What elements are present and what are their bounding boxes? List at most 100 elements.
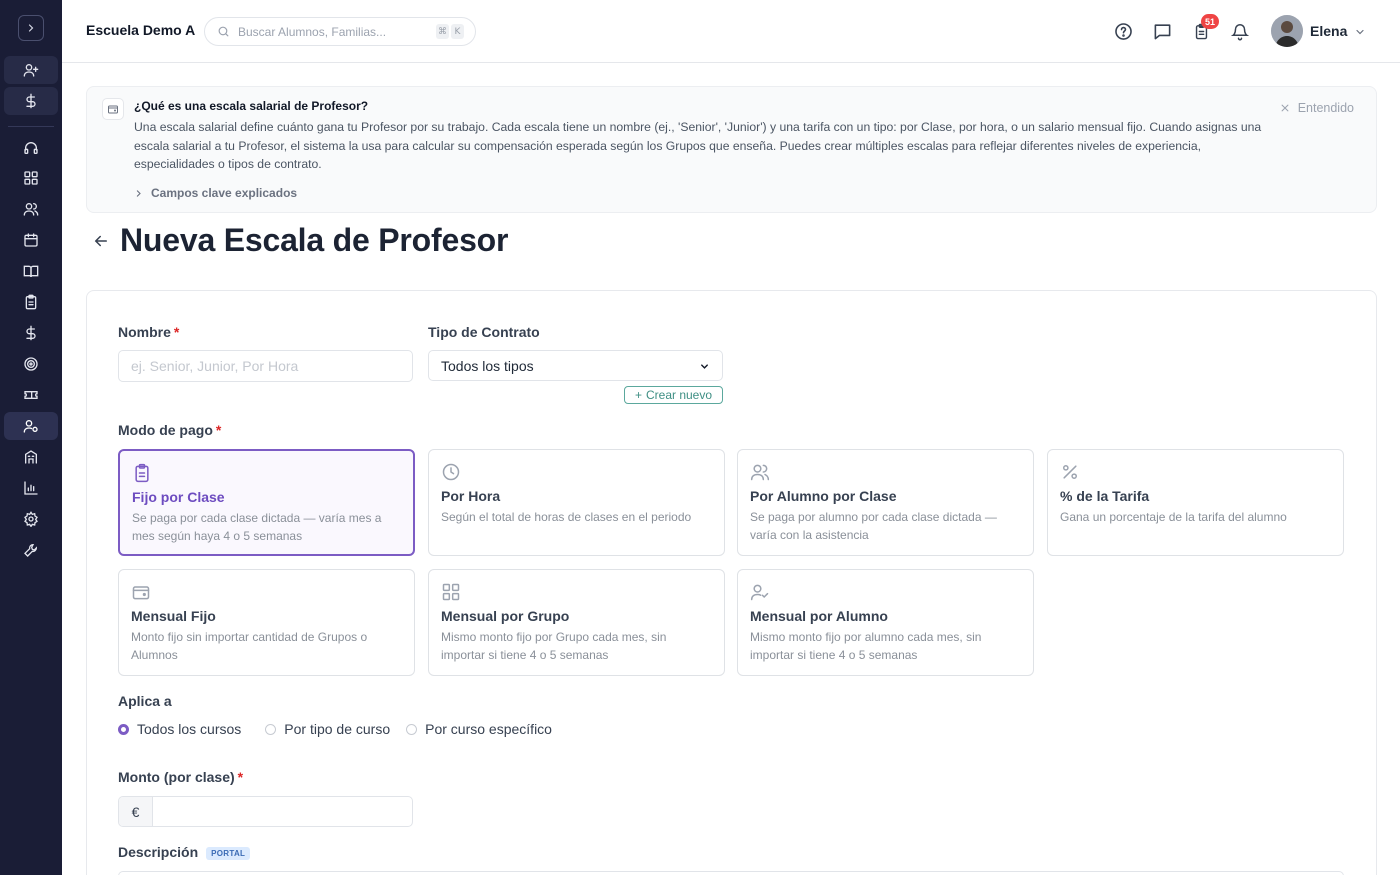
sidebar-item-settings[interactable] (4, 505, 58, 533)
building-icon (25, 450, 37, 464)
sidebar (0, 0, 62, 875)
radio-label: Por tipo de curso (284, 721, 391, 737)
user-photo-icon (1271, 15, 1303, 47)
contrato-select[interactable]: Todos los tipos (428, 350, 723, 381)
sidebar-item-payments[interactable] (4, 87, 58, 115)
mode-option-fijo-por-clase[interactable]: Fijo por Clase Se paga por cada clase di… (118, 449, 415, 556)
contrato-value: Todos los tipos (441, 357, 534, 374)
amount-label-text: Monto (por clase) (118, 769, 235, 785)
payment-mode-label: Modo de pago * (118, 422, 221, 438)
mode-option-mensual-por-grupo[interactable]: Mensual por Grupo Mismo monto fijo por G… (428, 569, 725, 676)
chevron-right-icon (28, 24, 34, 32)
mode-option-por-hora[interactable]: Por Hora Según el total de horas de clas… (428, 449, 725, 556)
sidebar-item-attendance[interactable] (4, 288, 58, 316)
mode-title: Por Alumno por Clase (750, 488, 897, 504)
radio-indicator (265, 723, 277, 735)
shortcut-key-k: K (451, 24, 464, 39)
chevron-down-icon (1356, 29, 1364, 35)
sidebar-item-tools[interactable] (4, 536, 58, 564)
add-user-icon (23, 63, 39, 77)
create-new-label: Crear nuevo (645, 388, 713, 402)
top-bar: Escuela Demo A Buscar Alumnos, Familias.… (62, 0, 1400, 63)
page-title: Nueva Escala de Profesor (120, 222, 509, 258)
banner-title: ¿Qué es una escala salarial de Profesor? (134, 99, 369, 113)
mode-title: Mensual Fijo (131, 608, 216, 624)
sidebar-item-finance[interactable] (4, 319, 58, 347)
info-banner: ¿Qué es una escala salarial de Profesor?… (86, 86, 1377, 213)
mode-description: Se paga por alumno por cada clase dictad… (750, 510, 997, 542)
notifications-button[interactable] (1229, 20, 1251, 42)
radio-label: Todos los cursos (137, 721, 242, 737)
close-icon (1281, 104, 1289, 112)
mode-title: % de la Tarifa (1060, 488, 1150, 504)
avatar[interactable] (1271, 15, 1303, 47)
sidebar-item-add-student[interactable] (4, 56, 58, 84)
sidebar-expand-button[interactable] (18, 15, 44, 41)
key-fields-label: Campos clave explicados (151, 186, 298, 200)
user-check-icon (750, 584, 769, 601)
radio-all-courses[interactable]: Todos los cursos (118, 721, 241, 737)
percent-icon (1063, 465, 1077, 479)
amount-input[interactable] (153, 797, 412, 826)
back-button[interactable] (92, 232, 110, 250)
sidebar-item-calendar[interactable] (4, 226, 58, 254)
global-search[interactable]: Buscar Alumnos, Familias... ⌘ K (204, 17, 476, 46)
grid-icon (24, 171, 38, 185)
sidebar-item-tickets[interactable] (4, 381, 58, 409)
mode-option-mensual-fijo[interactable]: Mensual Fijo Monto fijo sin importar can… (118, 569, 415, 676)
sidebar-item-reports[interactable] (4, 474, 58, 502)
dismiss-banner-button[interactable]: Entendido (1280, 101, 1354, 115)
nombre-label: Nombre * (118, 324, 179, 340)
nombre-input[interactable]: ej. Senior, Junior, Por Hora (118, 350, 413, 382)
mode-description: Gana un porcentaje de la tarifa del alum… (1060, 510, 1287, 524)
nombre-label-text: Nombre (118, 324, 171, 340)
mode-option-mensual-por-alumno[interactable]: Mensual por Alumno Mismo monto fijo por … (737, 569, 1034, 676)
mode-option-por-alumno-por-clase[interactable]: Por Alumno por Clase Se paga por alumno … (737, 449, 1034, 556)
target-icon (24, 357, 38, 371)
wallet-icon (102, 98, 124, 120)
messages-button[interactable] (1151, 20, 1173, 42)
gear-icon (24, 511, 38, 527)
radio-by-course-type[interactable]: Por tipo de curso (265, 721, 390, 737)
sidebar-item-students[interactable] (4, 195, 58, 223)
sidebar-item-support[interactable] (4, 134, 58, 162)
mode-description: Monto fijo sin importar cantidad de Grup… (131, 630, 368, 662)
users-icon (23, 203, 39, 216)
shortcut-key-cmd: ⌘ (436, 24, 449, 39)
mode-description: Mismo monto fijo por Grupo cada mes, sin… (441, 630, 667, 662)
calendar-icon (24, 233, 38, 247)
headset-icon (24, 142, 38, 154)
clipboard-icon (25, 294, 37, 310)
sidebar-item-courses[interactable] (4, 257, 58, 285)
sidebar-item-dashboard[interactable] (4, 164, 58, 192)
mode-title: Mensual por Grupo (441, 608, 570, 624)
school-name[interactable]: Escuela Demo A (86, 22, 195, 38)
mode-description: Según el total de horas de clases en el … (441, 510, 692, 524)
key-fields-expander[interactable]: Campos clave explicados (134, 186, 297, 200)
ticket-icon (24, 391, 38, 399)
sidebar-item-goals[interactable] (4, 350, 58, 378)
create-contract-type-button[interactable]: + Crear nuevo (624, 386, 723, 404)
user-menu-toggle[interactable] (1349, 21, 1371, 43)
sidebar-item-teachers[interactable] (4, 412, 58, 440)
applies-to-radio-group: Todos los cursos Por tipo de curso Por c… (118, 721, 568, 737)
currency-prefix: € (119, 797, 153, 826)
help-icon (1114, 22, 1132, 40)
description-label-text: Descripción (118, 844, 199, 860)
sidebar-item-buildings[interactable] (4, 443, 58, 471)
bar-chart-icon (24, 481, 38, 495)
dismiss-label: Entendido (1297, 101, 1354, 115)
required-mark: * (173, 324, 180, 340)
help-button[interactable] (1112, 20, 1134, 42)
search-input[interactable]: Buscar Alumnos, Familias... (238, 25, 386, 39)
chevron-right-icon (136, 189, 141, 197)
user-name[interactable]: Elena (1310, 23, 1347, 39)
mode-title: Por Hora (441, 488, 501, 504)
radio-specific-course[interactable]: Por curso específico (406, 721, 552, 737)
required-mark: * (215, 422, 222, 438)
applies-to-label: Aplica a (118, 693, 172, 709)
user-settings-icon (23, 420, 38, 433)
search-icon (218, 26, 229, 37)
mode-option-porcentaje-tarifa[interactable]: % de la Tarifa Gana un porcentaje de la … (1047, 449, 1344, 556)
description-editor[interactable] (118, 871, 1344, 875)
